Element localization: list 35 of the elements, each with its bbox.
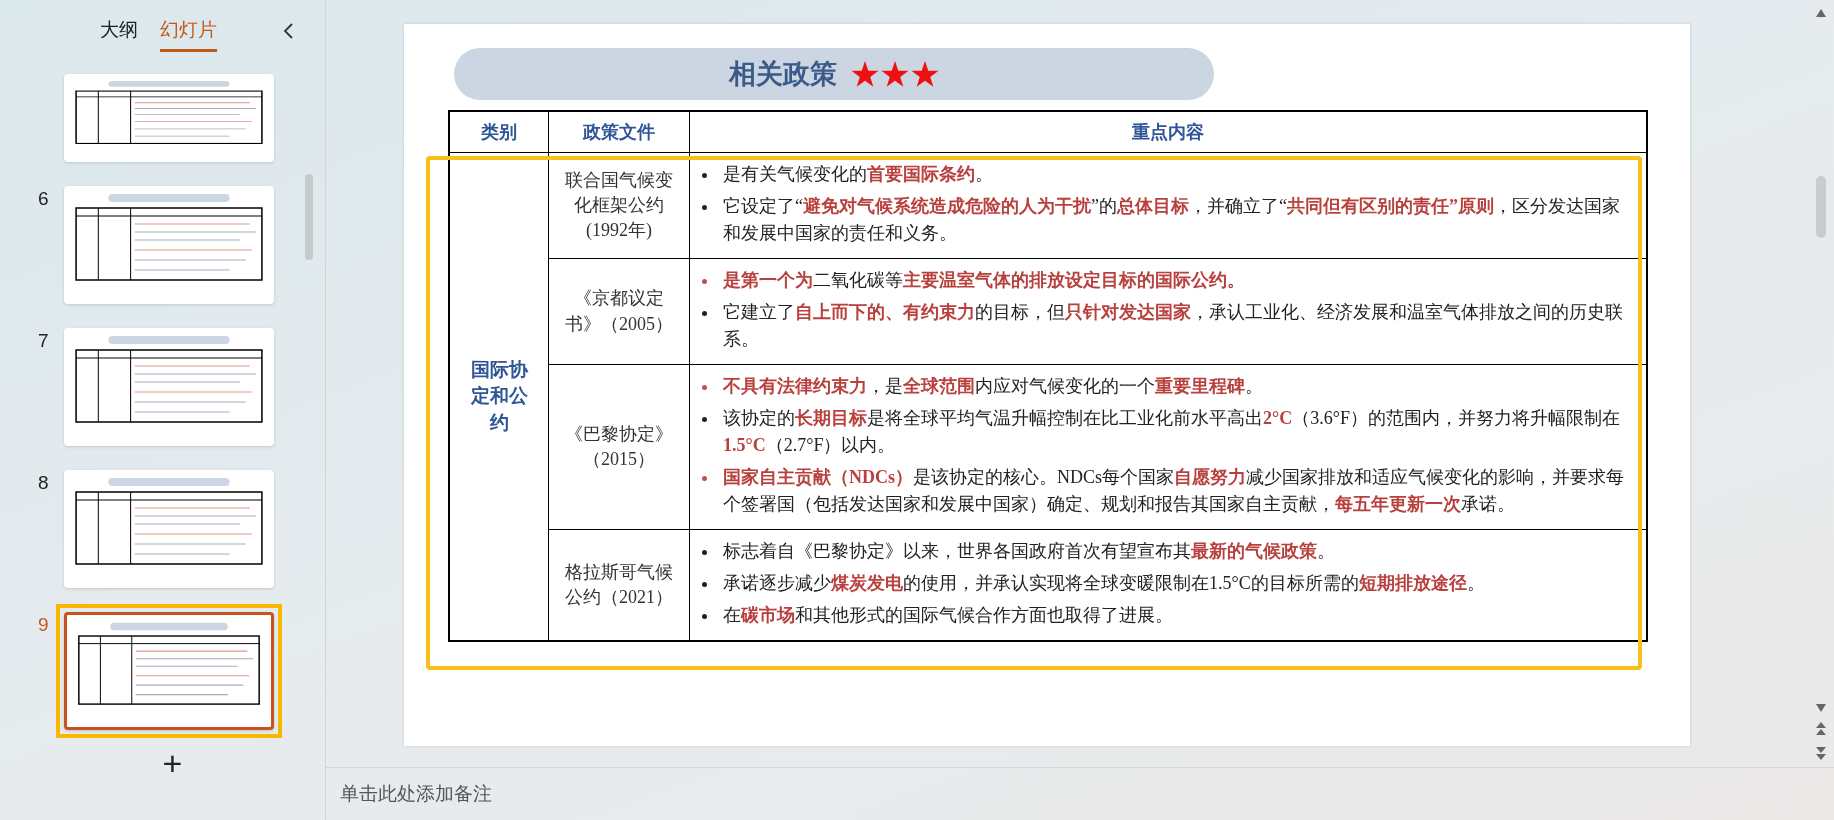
scroll-down-icon[interactable] bbox=[1815, 703, 1827, 713]
bullet-text: 它建立了自上而下的、有约束力的目标，但只针对发达国家，承认工业化、经济发展和温室气体排放之间的历史联系。 bbox=[723, 301, 1624, 351]
notes-field[interactable]: 单击此处添加备注 bbox=[340, 781, 492, 807]
bullet-text: 是第一个为二氧化碳等主要温室气体的排放设定目标的国际公约。 bbox=[723, 269, 1245, 292]
next-slide-icon[interactable] bbox=[1815, 745, 1827, 761]
bullet-text: 承诺逐步减少煤炭发电的使用，并承认实现将全球变暖限制在1.5°C的目标所需的短期排放途径。 bbox=[723, 572, 1485, 595]
bullet-text: 标志着自《巴黎协定》以来，世界各国政府首次有望宣布其最新的气候政策。 bbox=[723, 540, 1335, 563]
document-cell: 联合国气候变化框架公约(1992年) bbox=[548, 152, 690, 259]
scroll-up-icon[interactable] bbox=[1815, 8, 1827, 18]
star-icon bbox=[851, 60, 879, 88]
panel-tab[interactable]: 大纲 bbox=[100, 10, 138, 52]
bullet-text: 它设定了“避免对气候系统造成危险的人为干扰”的总体目标，并确立了“共同但有区别的责任”原则，区分发达国家和发展中国家的责任和义务。 bbox=[723, 195, 1621, 245]
previous-slide-icon[interactable] bbox=[1815, 721, 1827, 737]
document-cell: 《京都议定书》（2005） bbox=[548, 258, 690, 365]
slide-number: 9 bbox=[37, 613, 50, 636]
bullet-text: 国家自主贡献（NDCs）是该协定的核心。NDCs每个国家自愿努力减少国家排放和适应气候变化的影响，并要求每个签署国（包括发达国家和发展中国家）确定、规划和报告其国家自主贡献，每五年更新一次承诺。 bbox=[723, 466, 1626, 516]
panel-tab[interactable]: 幻灯片 bbox=[160, 10, 217, 52]
add-slide-button[interactable]: + bbox=[154, 746, 191, 780]
document-cell: 《巴黎协定》（2015） bbox=[548, 364, 690, 530]
bullet-text: 该协定的长期目标是将全球平均气温升幅控制在比工业化前水平高出2°C（3.6°F）的范围内，并努力将升幅限制在1.5°C（2.7°F）以内。 bbox=[723, 407, 1621, 457]
scrollbar-thumb[interactable] bbox=[305, 174, 313, 260]
scrollbar-thumb[interactable] bbox=[1816, 176, 1826, 238]
bullet-text: 是有关气候变化的首要国际条约。 bbox=[723, 163, 993, 186]
bullet-text: 不具有法律约束力，是全球范围内应对气候变化的一个重要里程碑。 bbox=[723, 375, 1263, 398]
column-header: 类别 bbox=[449, 111, 549, 153]
star-icon bbox=[881, 60, 909, 88]
slide-number: 6 bbox=[37, 187, 50, 210]
slide-title: 相关政策 bbox=[729, 58, 837, 91]
slide-number: 7 bbox=[37, 329, 50, 352]
collapse-chevron-icon[interactable] bbox=[282, 22, 294, 40]
star-icon bbox=[911, 60, 939, 88]
bullet-text: 在碳市场和其他形式的国际气候合作方面也取得了进展。 bbox=[723, 604, 1173, 627]
column-header: 政策文件 bbox=[548, 111, 690, 153]
slide-thumbnail[interactable] bbox=[56, 604, 282, 738]
slide-number: 8 bbox=[37, 471, 50, 494]
